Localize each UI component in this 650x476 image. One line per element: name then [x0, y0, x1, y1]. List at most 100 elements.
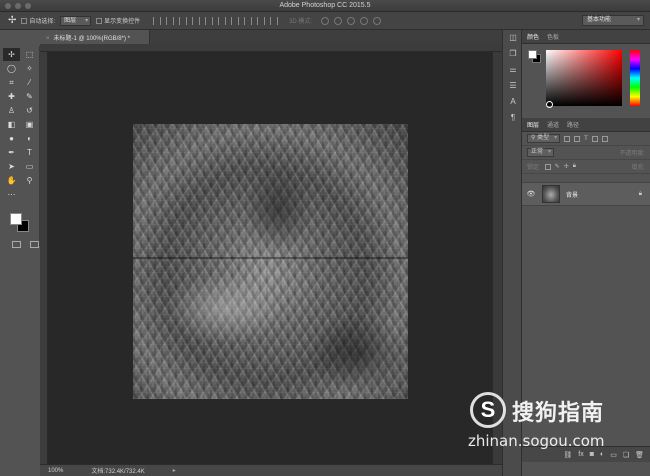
- magic-wand-tool-button[interactable]: ✧: [21, 62, 38, 75]
- opacity-label: 不透明度:: [619, 151, 645, 157]
- history-brush-tool-button[interactable]: ↺: [21, 104, 38, 117]
- distribute-top-icon[interactable]: [192, 16, 201, 25]
- filter-smart-object-icon[interactable]: [601, 135, 608, 142]
- window-title: Adobe Photoshop CC 2015.5: [279, 2, 371, 9]
- lasso-tool-button[interactable]: ◯: [3, 62, 20, 75]
- marquee-tool-button[interactable]: ⬚: [21, 48, 38, 61]
- tab-paths[interactable]: 路径: [567, 120, 579, 129]
- hue-slider[interactable]: [630, 50, 640, 106]
- zoom-tool-button[interactable]: ⚲: [21, 174, 38, 187]
- new-layer-icon[interactable]: ❏: [623, 451, 629, 459]
- workspace-dropdown[interactable]: 基本功能: [582, 15, 644, 26]
- shape-tool-button[interactable]: ▭: [21, 160, 38, 173]
- tab-swatches[interactable]: 色板: [547, 32, 559, 41]
- brush-tool-button[interactable]: ✎: [21, 90, 38, 103]
- new-group-icon[interactable]: ▭: [610, 451, 617, 459]
- slide-3d-icon[interactable]: [360, 16, 369, 25]
- show-transform-checkbox[interactable]: 显示变换控件: [96, 16, 140, 25]
- tab-channels[interactable]: 通道: [547, 120, 559, 129]
- filter-adjustment-icon[interactable]: [574, 135, 581, 142]
- options-bar: ✢ 自动选择: 图层 显示变换控件 3D 模式: 基本功能: [0, 12, 650, 30]
- dodge-tool-button[interactable]: ◐: [21, 132, 38, 145]
- layer-style-icon[interactable]: fx: [578, 451, 583, 458]
- gradient-tool-button[interactable]: ▣: [21, 118, 38, 131]
- close-document-icon[interactable]: ×: [46, 36, 50, 42]
- blend-mode-dropdown[interactable]: 正常: [527, 148, 555, 157]
- paragraph-panel-icon[interactable]: ¶: [503, 110, 523, 126]
- quick-mask-icon[interactable]: [12, 241, 21, 248]
- zoom-level[interactable]: 100%: [48, 468, 63, 474]
- align-buttons: [153, 16, 279, 25]
- align-hcenter-icon[interactable]: [244, 16, 253, 25]
- distribute-left-icon[interactable]: [270, 16, 279, 25]
- move-tool-button[interactable]: ✢: [3, 48, 20, 61]
- panel-foreground-color[interactable]: [528, 50, 537, 59]
- mode-3d-buttons: [321, 16, 382, 25]
- delete-layer-icon[interactable]: 🗑︎: [635, 451, 644, 459]
- kind-filter-label: 类型: [537, 135, 550, 141]
- visibility-eye-icon[interactable]: 👁︎: [526, 190, 536, 198]
- align-top-icon[interactable]: [153, 16, 162, 25]
- crop-tool-button[interactable]: ⌗: [3, 76, 20, 89]
- mode-3d-label: 3D 模式:: [289, 19, 313, 25]
- horizontal-ruler[interactable]: [40, 44, 502, 52]
- color-picker-field[interactable]: [546, 50, 622, 108]
- eyedropper-tool-button[interactable]: ⁄: [21, 76, 38, 89]
- drag-3d-icon[interactable]: [347, 16, 356, 25]
- artwork-highlight: [163, 274, 283, 344]
- roll-3d-icon[interactable]: [334, 16, 343, 25]
- layer-thumbnail: [542, 185, 560, 203]
- history-panel-icon[interactable]: ◫: [503, 30, 523, 46]
- adjustments-panel-icon[interactable]: ⚌: [503, 62, 523, 78]
- lock-all-icon[interactable]: 🔒︎: [573, 163, 576, 170]
- blur-tool-button[interactable]: ●: [3, 132, 20, 145]
- auto-select-checkbox[interactable]: 自动选择:: [21, 16, 55, 25]
- canvas-image[interactable]: [133, 124, 408, 399]
- tab-color[interactable]: 颜色: [527, 32, 539, 41]
- type-tool-button[interactable]: T: [21, 146, 38, 159]
- lock-position-icon[interactable]: ✢: [564, 163, 569, 170]
- eraser-tool-button[interactable]: ◧: [3, 118, 20, 131]
- filter-shape-icon[interactable]: [591, 135, 598, 142]
- foreground-color-swatch[interactable]: [10, 213, 22, 225]
- align-left-icon[interactable]: [231, 16, 240, 25]
- title-bar: Adobe Photoshop CC 2015.5: [0, 0, 650, 12]
- align-bottom-icon[interactable]: [179, 16, 188, 25]
- screen-mode-icon[interactable]: [30, 241, 39, 248]
- layer-row[interactable]: 👁︎ 背景 🔒︎: [522, 182, 650, 206]
- kind-filter-dropdown[interactable]: ⚲ 类型: [527, 134, 561, 143]
- more-tools-icon[interactable]: ⋯: [3, 188, 20, 201]
- link-layers-icon[interactable]: ⛓: [563, 451, 572, 459]
- watermark-name: 搜狗指南: [512, 400, 605, 425]
- lock-pixels-icon[interactable]: ✎: [555, 163, 560, 170]
- layers-panel: ⚲ 类型 T 正常 不透明度: 锁定: ✎ ✢ 🔒︎ 填充: 👁︎ 背景 🔒︎: [522, 132, 650, 206]
- character-panel-icon[interactable]: A: [503, 94, 523, 110]
- blend-row: 正常 不透明度:: [522, 146, 650, 160]
- hand-tool-button[interactable]: ✋: [3, 174, 20, 187]
- clone-stamp-tool-button[interactable]: ♙: [3, 104, 20, 117]
- color-swatches[interactable]: [8, 211, 39, 248]
- tab-layers[interactable]: 图层: [527, 120, 539, 129]
- add-mask-icon[interactable]: ◙: [590, 451, 594, 458]
- document-tab[interactable]: × 未标题-1 @ 100%(RGB/8*) *: [40, 30, 150, 44]
- distribute-vcenter-icon[interactable]: [205, 16, 214, 25]
- auto-select-dropdown[interactable]: 图层: [60, 15, 92, 26]
- pen-tool-button[interactable]: ✒: [3, 146, 20, 159]
- path-selection-tool-button[interactable]: ➤: [3, 160, 20, 173]
- libraries-panel-icon[interactable]: ❐: [503, 46, 523, 62]
- adjustment-layer-icon[interactable]: ◐: [600, 451, 604, 458]
- rotate-3d-icon[interactable]: [321, 16, 330, 25]
- align-right-icon[interactable]: [257, 16, 266, 25]
- filter-pixel-icon[interactable]: [564, 135, 571, 142]
- lock-transparent-icon[interactable]: [544, 163, 551, 170]
- vertical-ruler[interactable]: [40, 52, 48, 466]
- status-menu-arrow-icon[interactable]: ▸: [173, 467, 176, 474]
- status-bar: 100% 文档:732.4K/732.4K ▸: [40, 464, 502, 476]
- filter-type-icon[interactable]: T: [584, 136, 588, 142]
- align-vcenter-icon[interactable]: [166, 16, 175, 25]
- distribute-bottom-icon[interactable]: [218, 16, 227, 25]
- properties-panel-icon[interactable]: ☰: [503, 78, 523, 94]
- scale-3d-icon[interactable]: [373, 16, 382, 25]
- move-tool-icon[interactable]: ✢: [8, 15, 16, 26]
- healing-brush-tool-button[interactable]: ✚: [3, 90, 20, 103]
